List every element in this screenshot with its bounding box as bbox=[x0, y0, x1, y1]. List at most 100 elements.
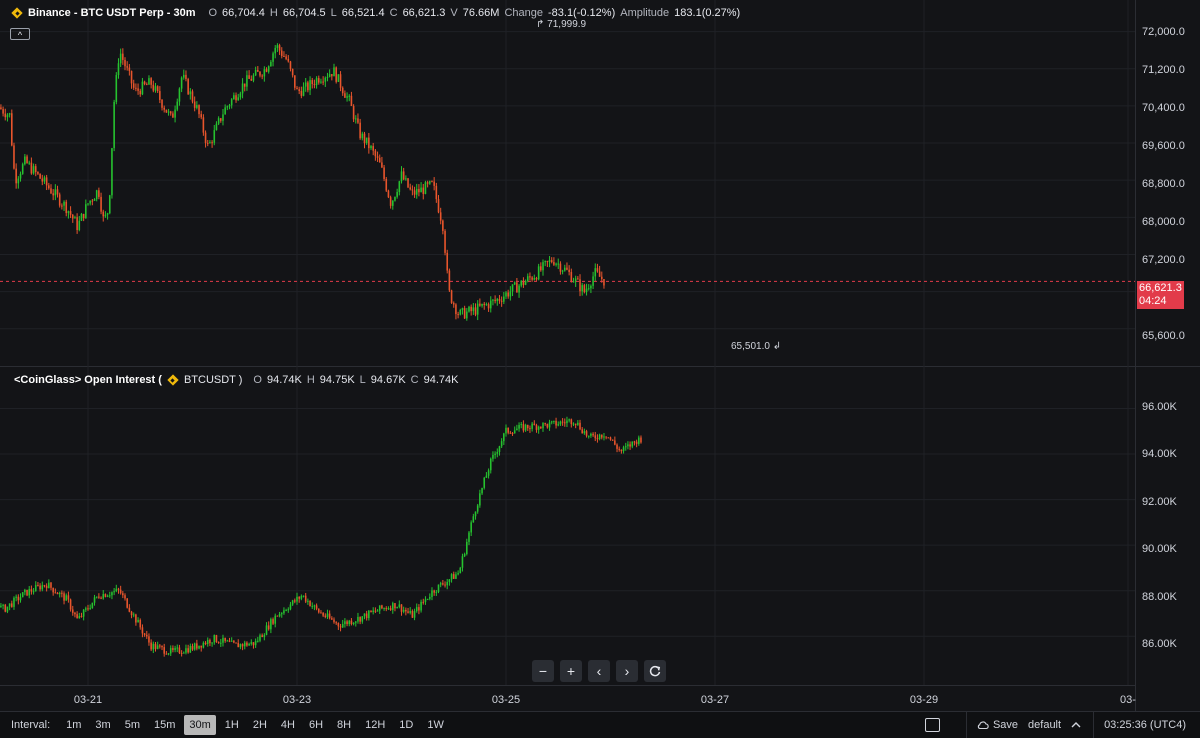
candle-body bbox=[67, 211, 70, 214]
candle-body bbox=[529, 276, 531, 278]
collapse-legend-button[interactable]: ^ bbox=[10, 28, 30, 40]
candle-body bbox=[352, 622, 355, 625]
candle-body bbox=[52, 193, 54, 196]
oi-open-value: 94.74K bbox=[266, 374, 302, 386]
zoom-out-button[interactable]: − bbox=[532, 660, 554, 682]
candle-body bbox=[307, 600, 309, 602]
candle-body bbox=[577, 422, 579, 425]
candle-body bbox=[317, 608, 320, 613]
candle-body bbox=[337, 622, 340, 627]
layout-name[interactable]: default bbox=[1028, 719, 1061, 731]
candle-body bbox=[174, 648, 176, 650]
scroll-right-button[interactable]: › bbox=[616, 660, 638, 682]
binance-logo-icon bbox=[11, 7, 23, 19]
candle-body bbox=[137, 619, 139, 623]
interval-1m[interactable]: 1m bbox=[61, 715, 86, 735]
fullscreen-icon[interactable] bbox=[924, 718, 940, 732]
candle-body bbox=[435, 185, 438, 200]
oi-high-label: H bbox=[306, 374, 315, 386]
interval-1d[interactable]: 1D bbox=[394, 715, 418, 735]
candle-body bbox=[204, 642, 207, 644]
candle-body bbox=[374, 150, 377, 157]
candle-body bbox=[222, 637, 224, 643]
candle-body bbox=[542, 262, 544, 271]
interval-3m[interactable]: 3m bbox=[90, 715, 115, 735]
candle-body bbox=[226, 640, 229, 642]
zoom-in-button[interactable]: + bbox=[560, 660, 582, 682]
candle-body bbox=[124, 595, 126, 599]
interval-1h[interactable]: 1H bbox=[220, 715, 244, 735]
candle-body bbox=[139, 90, 142, 95]
candle-body bbox=[233, 640, 235, 643]
candle-body bbox=[63, 593, 65, 601]
candle-body bbox=[638, 437, 640, 444]
oi-tick: 96.00K bbox=[1142, 401, 1177, 413]
interval-6h[interactable]: 6H bbox=[304, 715, 328, 735]
candle-body bbox=[592, 433, 594, 436]
candle-body bbox=[298, 89, 300, 92]
candle-body bbox=[531, 423, 533, 429]
candle-body bbox=[141, 81, 144, 95]
oi-tick: 88.00K bbox=[1142, 591, 1177, 603]
candle-body bbox=[470, 522, 472, 533]
candle-body bbox=[620, 449, 623, 452]
candle-body bbox=[559, 421, 562, 425]
interval-12h[interactable]: 12H bbox=[360, 715, 390, 735]
chevron-up-icon[interactable] bbox=[1071, 721, 1081, 729]
candle-body bbox=[426, 182, 429, 184]
candle-body bbox=[455, 304, 457, 315]
candle-body bbox=[111, 592, 113, 596]
interval-1w[interactable]: 1W bbox=[422, 715, 449, 735]
candle-body bbox=[209, 639, 211, 644]
oi-close-value: 94.74K bbox=[423, 374, 459, 386]
scroll-left-button[interactable]: ‹ bbox=[588, 660, 610, 682]
candle-body bbox=[259, 71, 261, 76]
candle-body bbox=[156, 86, 159, 92]
candle-body bbox=[182, 652, 185, 654]
candle-body bbox=[145, 634, 148, 637]
interval-30m[interactable]: 30m bbox=[184, 715, 216, 735]
interval-8h[interactable]: 8H bbox=[332, 715, 356, 735]
interval-2h[interactable]: 2H bbox=[248, 715, 272, 735]
reset-chart-button[interactable] bbox=[644, 660, 666, 682]
symbol-title: Binance - BTC USDT Perp - 30m bbox=[28, 7, 196, 19]
candle-body bbox=[463, 554, 466, 557]
candle-body bbox=[237, 642, 240, 648]
candle-body bbox=[239, 644, 242, 648]
candle-body bbox=[442, 220, 444, 231]
candle-body bbox=[148, 636, 150, 643]
candle-body bbox=[374, 610, 377, 612]
chart-canvas[interactable] bbox=[0, 0, 1200, 711]
candle-body bbox=[583, 431, 586, 434]
candle-body bbox=[572, 423, 575, 425]
candle-body bbox=[546, 423, 549, 428]
candle-body bbox=[535, 278, 538, 280]
interval-4h[interactable]: 4H bbox=[276, 715, 300, 735]
candle-body bbox=[555, 263, 557, 265]
candle-body bbox=[11, 603, 13, 607]
candle-body bbox=[217, 118, 220, 124]
candle-body bbox=[302, 86, 305, 96]
candle-body bbox=[87, 203, 89, 205]
candle-body bbox=[202, 117, 205, 133]
candle-body bbox=[45, 177, 48, 186]
candle-body bbox=[220, 118, 222, 121]
oi-low-value: 94.67K bbox=[370, 374, 406, 386]
candle-body bbox=[466, 311, 468, 319]
candle-body bbox=[0, 605, 2, 608]
candle-body bbox=[167, 111, 170, 113]
candle-body bbox=[587, 288, 590, 290]
grid-lines bbox=[0, 0, 1200, 711]
interval-5m[interactable]: 5m bbox=[120, 715, 145, 735]
candle-body bbox=[624, 446, 627, 448]
candle-body bbox=[154, 86, 157, 91]
interval-15m[interactable]: 15m bbox=[149, 715, 180, 735]
save-button[interactable]: Save bbox=[977, 719, 1018, 731]
candle-body bbox=[524, 281, 527, 285]
candle-body bbox=[320, 81, 322, 83]
candle-body bbox=[182, 74, 185, 78]
candle-body bbox=[444, 230, 446, 253]
candle-body bbox=[126, 598, 128, 608]
low-label: L bbox=[330, 7, 337, 19]
candle-body bbox=[391, 603, 394, 610]
